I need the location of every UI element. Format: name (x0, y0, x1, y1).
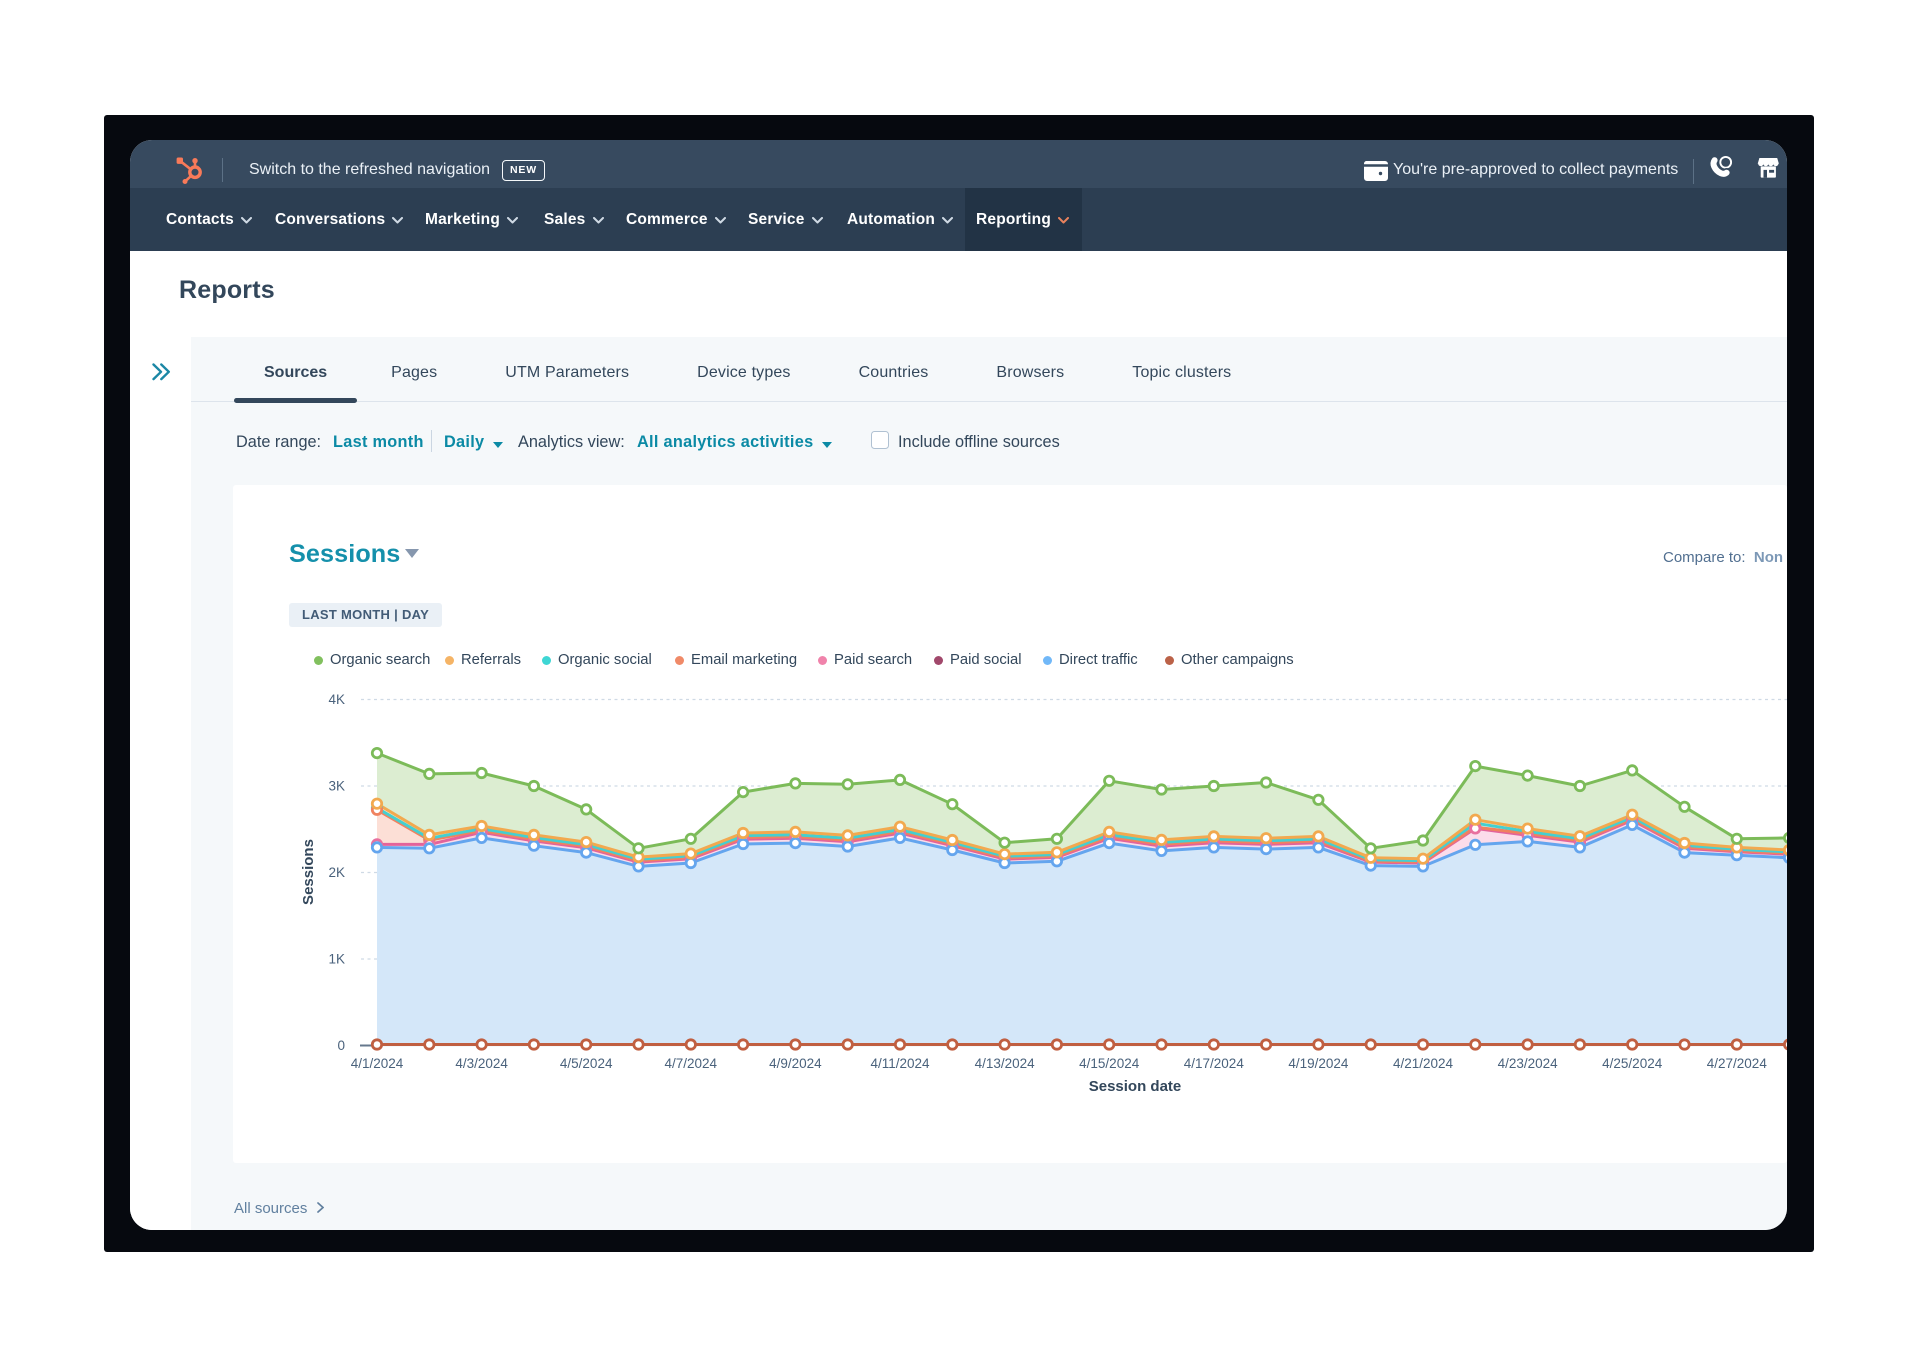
svg-text:4/17/2024: 4/17/2024 (1184, 1056, 1245, 1071)
svg-text:2K: 2K (328, 865, 345, 880)
svg-text:4/27/2024: 4/27/2024 (1707, 1056, 1768, 1071)
svg-text:0: 0 (337, 1038, 345, 1053)
svg-text:4/7/2024: 4/7/2024 (665, 1056, 718, 1071)
svg-text:3K: 3K (328, 779, 345, 794)
svg-text:4/23/2024: 4/23/2024 (1498, 1056, 1559, 1071)
svg-text:Session date: Session date (1089, 1078, 1182, 1095)
svg-text:4/25/2024: 4/25/2024 (1602, 1056, 1663, 1071)
svg-text:Sessions: Sessions (300, 839, 317, 905)
svg-text:1K: 1K (328, 952, 345, 967)
svg-text:4/13/2024: 4/13/2024 (975, 1056, 1036, 1071)
svg-text:4/11/2024: 4/11/2024 (870, 1056, 930, 1071)
svg-text:4/21/2024: 4/21/2024 (1393, 1056, 1454, 1071)
svg-text:4/19/2024: 4/19/2024 (1288, 1056, 1349, 1071)
svg-text:4/15/2024: 4/15/2024 (1079, 1056, 1140, 1071)
svg-text:4K: 4K (328, 692, 345, 707)
svg-text:4/9/2024: 4/9/2024 (769, 1056, 822, 1071)
svg-text:4/1/2024: 4/1/2024 (351, 1056, 404, 1071)
svg-text:4/5/2024: 4/5/2024 (560, 1056, 613, 1071)
svg-text:4/3/2024: 4/3/2024 (455, 1056, 508, 1071)
